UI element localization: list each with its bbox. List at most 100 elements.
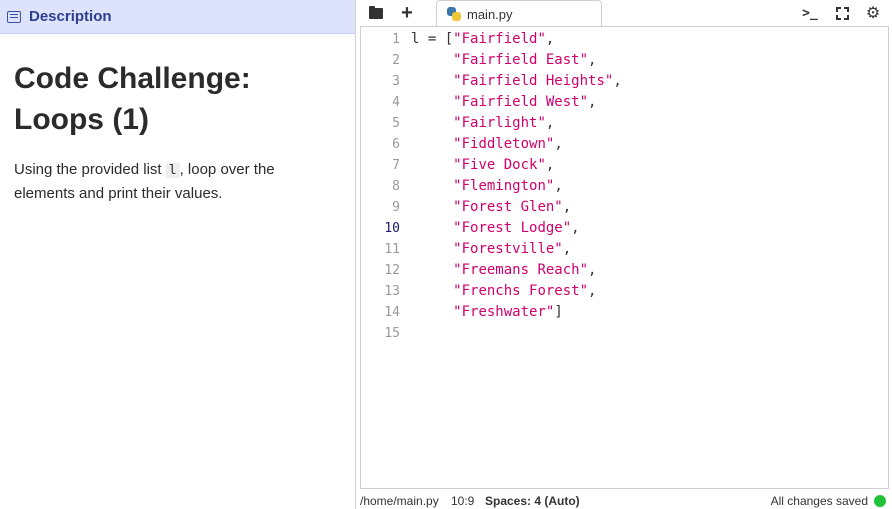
folder-button[interactable] [365,2,387,24]
saved-indicator-dot [874,495,886,507]
code-punctuation: , [545,31,555,47]
line-number: 1 [392,32,400,47]
code-text: "Freemans Reach", [411,260,596,281]
code-text: "Fiddletown", [411,134,563,155]
line-number: 13 [384,284,400,299]
code-punctuation: , [588,52,597,68]
string-literal: "Fairfield Heights" [453,73,614,89]
inline-code-list-name: l [165,163,180,178]
line-number: 10 [384,221,400,236]
settings-button[interactable]: ⚙ [862,2,884,24]
code-punctuation: , [554,178,563,194]
line-number: 15 [384,326,400,341]
code-text: "Fairlight", [411,113,554,134]
code-text: "Frenchs Forest", [411,281,596,302]
status-save-state: All changes saved [770,494,868,508]
status-indentation[interactable]: Spaces: 4 (Auto) [485,494,580,508]
code-punctuation: , [554,136,563,152]
code-punctuation: , [588,262,597,278]
tab-main-py[interactable]: main.py [436,0,602,27]
challenge-title: Code Challenge: Loops (1) [14,62,251,136]
string-literal: "Five Dock" [453,157,546,173]
fullscreen-icon [835,6,849,20]
string-literal: "Freemans Reach" [453,262,589,278]
string-literal: "Fiddletown" [453,136,555,152]
string-literal: "Forestville" [453,241,563,257]
description-icon [7,10,21,23]
gear-icon: ⚙ [865,5,881,22]
editor-toolbar: + main.py >_ ⚙ [356,0,892,27]
line-number: 14 [384,305,400,320]
code-punctuation: , [545,157,555,173]
code-punctuation: , [588,283,597,299]
code-token: l = [ [411,31,454,47]
code-text: "Freshwater"] [411,302,563,323]
string-literal: "Forest Lodge" [453,220,572,236]
code-punctuation: , [613,73,622,89]
line-number: 4 [392,95,400,110]
line-number: 11 [384,242,400,257]
line-number: 2 [392,53,400,68]
terminal-button[interactable]: >_ [799,2,821,24]
code-punctuation: , [545,115,555,131]
string-literal: "Forest Glen" [453,199,563,215]
code-text: l = ["Fairfield", [411,29,554,50]
line-number: 9 [392,200,400,215]
string-literal: "Freshwater" [453,304,555,320]
string-literal: "Flemington" [453,178,555,194]
new-file-button[interactable]: + [396,2,418,24]
description-text-start: Using the provided list [14,161,166,178]
code-text: "Forest Glen", [411,197,571,218]
description-tab[interactable]: Description [0,0,355,34]
code-punctuation: , [571,220,580,236]
code-text: "Forestville", [411,239,571,260]
code-punctuation: , [562,199,572,215]
code-editor[interactable]: 1 l = ["Fairfield", 2 "Fairfield East", 3 "… [360,26,889,489]
code-text: "Fairfield East", [411,50,596,71]
code-punctuation: ] [554,304,563,320]
description-tab-label: Description [29,8,112,25]
status-bar: /home/main.py 10:9 Spaces: 4 (Auto) All … [356,491,892,509]
code-punctuation: , [562,241,572,257]
code-text: "Fairfield West", [411,92,596,113]
status-cursor-position: 10:9 [451,494,475,508]
code-text: "Five Dock", [411,155,554,176]
line-number: 8 [392,179,400,194]
string-literal: "Fairlight" [453,115,546,131]
string-literal: "Fairfield East" [453,52,589,68]
string-literal: "Fairfield" [453,31,546,47]
line-number: 6 [392,137,400,152]
challenge-description: Using the provided list l, loop over the… [14,158,334,205]
file-tab-label: main.py [467,6,513,22]
terminal-icon: >_ [802,5,818,21]
panel-divider[interactable] [355,0,356,509]
string-literal: "Frenchs Forest" [453,283,589,299]
code-text: "Fairfield Heights", [411,71,622,92]
line-number: 5 [392,116,400,131]
code-text: "Flemington", [411,176,563,197]
description-panel: Description Code Challenge: Loops (1) Us… [0,0,355,509]
fullscreen-button[interactable] [831,2,853,24]
folder-icon [369,5,383,19]
string-literal: "Fairfield West" [453,94,589,110]
status-file-path: /home/main.py [360,494,439,508]
line-number: 7 [392,158,400,173]
code-punctuation: , [588,94,597,110]
code-text: "Forest Lodge", [411,218,580,239]
line-number: 3 [392,74,400,89]
plus-icon: + [401,2,413,24]
python-icon [447,7,461,21]
